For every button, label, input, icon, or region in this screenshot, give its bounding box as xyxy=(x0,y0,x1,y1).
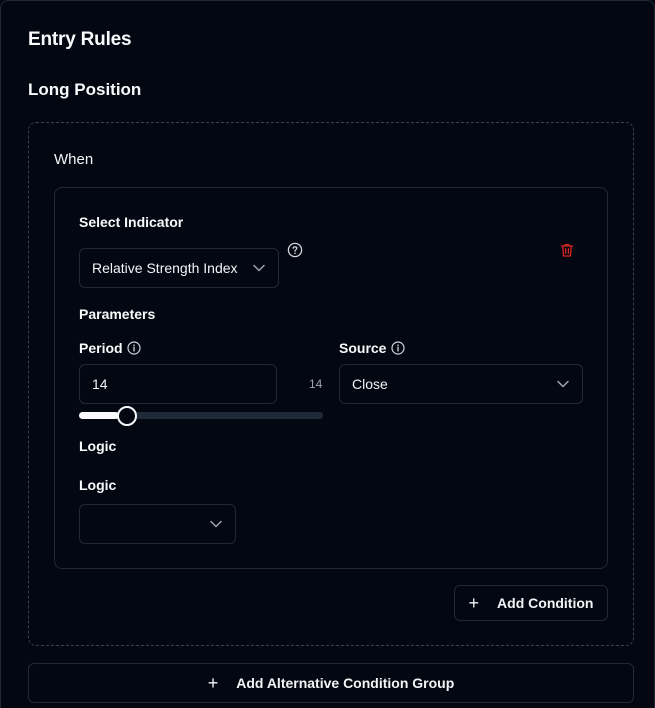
period-slider-fill xyxy=(79,412,120,419)
source-label: Source xyxy=(339,340,387,356)
plus-icon: + xyxy=(468,593,480,613)
when-label: When xyxy=(54,151,94,168)
add-condition-label: Add Condition xyxy=(497,595,594,611)
logic-select[interactable] xyxy=(79,504,236,544)
info-icon[interactable] xyxy=(391,341,405,355)
logic-section-label: Logic xyxy=(79,438,117,454)
plus-icon: + xyxy=(207,673,219,693)
trash-icon[interactable] xyxy=(559,242,575,258)
add-condition-button[interactable]: + Add Condition xyxy=(454,585,608,621)
chevron-down-icon xyxy=(209,519,223,529)
help-circle-icon[interactable] xyxy=(287,242,303,258)
chevron-down-icon xyxy=(556,379,570,389)
period-input[interactable]: 14 xyxy=(79,364,277,404)
parameters-label: Parameters xyxy=(79,306,156,322)
source-select[interactable]: Close xyxy=(339,364,583,404)
section-title-long-position: Long Position xyxy=(28,80,142,99)
select-indicator-label: Select Indicator xyxy=(79,214,184,230)
add-alternative-group-label: Add Alternative Condition Group xyxy=(236,675,455,691)
indicator-select[interactable]: Relative Strength Index xyxy=(79,248,279,288)
source-select-value: Close xyxy=(352,376,388,392)
info-icon[interactable] xyxy=(127,341,141,355)
indicator-select-value: Relative Strength Index xyxy=(92,260,238,276)
chevron-down-icon xyxy=(252,263,266,273)
page-title: Entry Rules xyxy=(28,29,132,50)
logic-label: Logic xyxy=(79,477,117,493)
period-label: Period xyxy=(79,340,123,356)
period-input-value: 14 xyxy=(92,376,108,392)
add-alternative-group-button[interactable]: + Add Alternative Condition Group xyxy=(28,663,634,703)
period-slider-value: 14 xyxy=(309,377,323,391)
